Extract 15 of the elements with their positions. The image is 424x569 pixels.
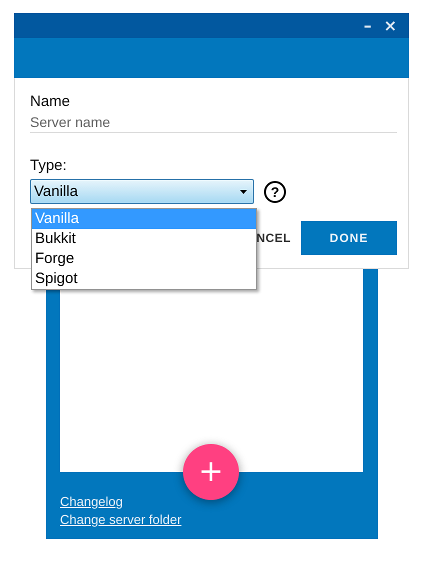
add-button[interactable]: + bbox=[183, 444, 239, 500]
cancel-button[interactable]: NCEL bbox=[256, 231, 291, 245]
type-dropdown[interactable]: Vanilla bbox=[30, 179, 254, 204]
done-button[interactable]: DONE bbox=[301, 221, 397, 255]
minimize-button[interactable]: – bbox=[360, 18, 376, 34]
dropdown-option[interactable]: Spigot bbox=[32, 269, 256, 289]
link[interactable]: Change server folder bbox=[60, 511, 182, 529]
close-button[interactable]: × bbox=[380, 18, 401, 34]
dropdown-option[interactable]: Forge bbox=[32, 249, 256, 269]
name-label: Name bbox=[30, 93, 72, 110]
type-label: Type: bbox=[30, 157, 68, 174]
dropdown-option[interactable]: Bukkit bbox=[32, 229, 256, 249]
caret-icon bbox=[240, 190, 247, 194]
help-icon[interactable]: ? bbox=[264, 180, 286, 202]
link[interactable]: Changelog bbox=[60, 493, 123, 511]
